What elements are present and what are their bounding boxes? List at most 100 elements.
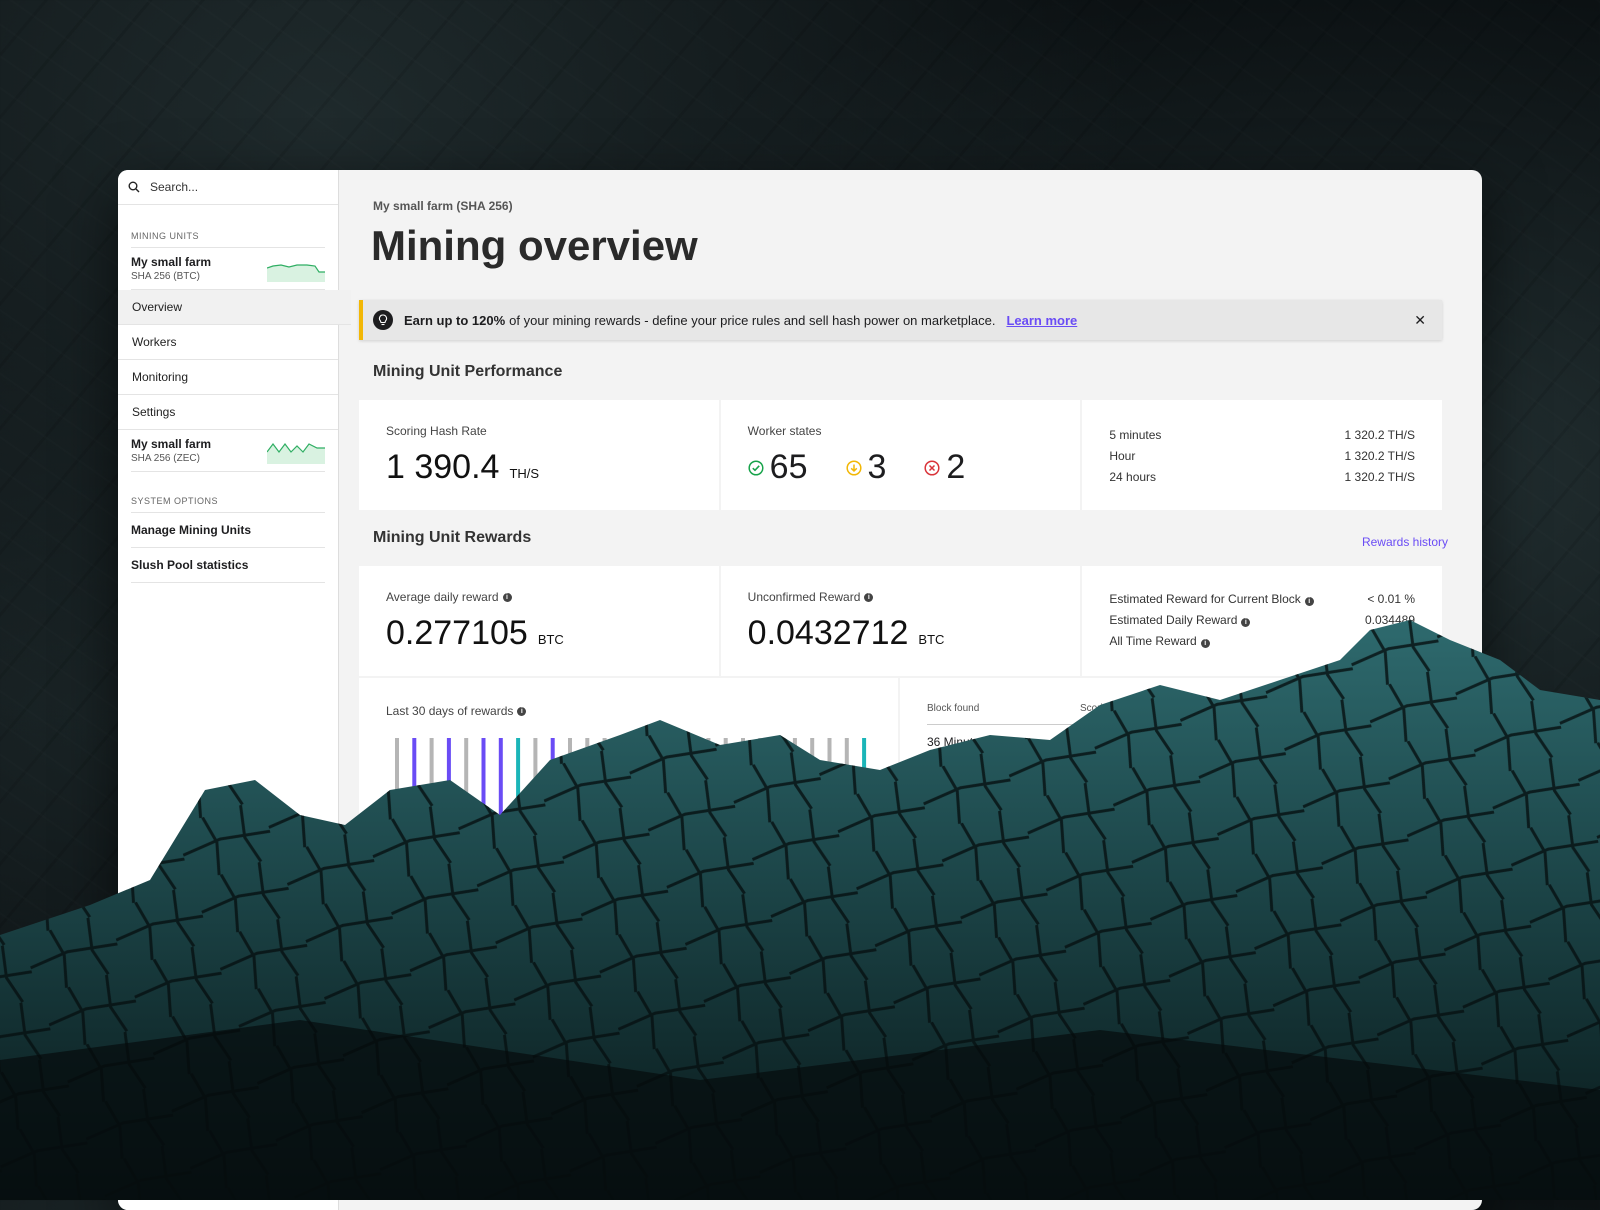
sidebar-item-manage-units[interactable]: Manage Mining Units bbox=[131, 513, 325, 548]
learn-more-link[interactable]: Learn more bbox=[1006, 313, 1077, 328]
info-icon[interactable]: i bbox=[1200, 639, 1210, 648]
chart-bar bbox=[775, 738, 780, 978]
hash-rate-label: Scoring Hash Rate bbox=[386, 424, 487, 438]
col-your-reward: Your Reward bbox=[1233, 703, 1291, 714]
main-content: My small farm (SHA 256) Mining overview … bbox=[338, 170, 1482, 1210]
chart-bar bbox=[550, 738, 555, 978]
chart-bar bbox=[844, 738, 849, 978]
performance-row: Scoring Hash Rate 1 390.4 TH/S Worker sta… bbox=[359, 400, 1443, 510]
chart-bar bbox=[827, 738, 832, 978]
worker-states-card: Worker states 65 3 2 bbox=[720, 400, 1081, 510]
chart-bar bbox=[741, 738, 745, 978]
banner-text: of your mining rewards - define your pri… bbox=[509, 312, 996, 328]
chart-bar bbox=[689, 738, 694, 978]
chart-bar bbox=[602, 738, 607, 978]
hash-rates-card: 5 minutes 1 320.2 TH/S Hour 1 320.2 TH/S 2… bbox=[1082, 400, 1443, 510]
unit-name: My small farm bbox=[131, 255, 212, 269]
breadcrumb: My small farm (SHA 256) bbox=[373, 199, 513, 213]
chart-bar bbox=[568, 738, 572, 978]
chart-bar bbox=[637, 738, 642, 978]
rate-label: Hour bbox=[1109, 449, 1136, 463]
rate-row: Hour 1 320.2 TH/S bbox=[1109, 449, 1415, 463]
chart-bar bbox=[585, 738, 590, 978]
unconfirmed-label: Unconfirmed Reward bbox=[747, 590, 861, 604]
chart-bar bbox=[671, 738, 676, 978]
rate-row: 5 minutes 1 320.2 TH/S bbox=[1109, 428, 1415, 442]
chart-bar bbox=[810, 738, 815, 978]
hash-rate-card: Scoring Hash Rate 1 390.4 TH/S bbox=[359, 400, 719, 510]
estimated-rewards-card: Estimated Reward for Current Block i < 0.0… bbox=[1082, 566, 1443, 676]
rewards-chart-card: Last 30 days of rewards i bbox=[359, 678, 898, 978]
estimate-label: Estimated Reward for Current Block bbox=[1109, 592, 1301, 606]
search-input[interactable]: Search... bbox=[118, 170, 338, 205]
performance-title: Mining Unit Performance bbox=[373, 363, 563, 380]
avg-reward-card: Average daily reward i 0.277105 BTC bbox=[359, 566, 719, 676]
avg-reward-label: Average daily reward bbox=[386, 590, 499, 604]
blocks-header: Block found Scoring Your Reward bbox=[927, 703, 1407, 725]
col-block-found: Block found bbox=[927, 703, 980, 714]
block-indicator bbox=[927, 757, 967, 759]
rate-row: 24 hours 1 320.2 TH/S bbox=[1109, 470, 1415, 484]
chart-bar bbox=[516, 738, 521, 978]
blocks-table: Block found Scoring Your Reward 36 Minut… bbox=[927, 703, 1407, 759]
rate-value: 1 320.2 TH/S bbox=[1344, 449, 1416, 463]
sidebar-unit-btc[interactable]: My small farm SHA 256 (BTC) bbox=[131, 248, 325, 290]
sidebar-item-overview[interactable]: Overview bbox=[118, 290, 351, 325]
sidebar-item-pool-stats[interactable]: Slush Pool statistics bbox=[131, 548, 325, 583]
unit-name: My small farm bbox=[131, 437, 212, 451]
workers-error-count: 2 bbox=[946, 448, 966, 486]
sidebar-item-workers[interactable]: Workers bbox=[118, 325, 338, 360]
rate-label: 24 hours bbox=[1109, 470, 1157, 484]
chart-bar bbox=[395, 738, 399, 978]
col-scoring: Scoring bbox=[1080, 703, 1114, 714]
sidebar-item-monitoring[interactable]: Monitoring bbox=[118, 360, 338, 395]
estimate-row: Estimated Daily Reward i 0.034489 bbox=[1109, 613, 1415, 627]
workers-warn[interactable]: 3 bbox=[845, 448, 886, 487]
chart-bar bbox=[464, 738, 469, 978]
info-icon[interactable]: i bbox=[502, 592, 512, 602]
workers-error[interactable]: 2 bbox=[924, 448, 965, 487]
estimate-label: All Time Reward bbox=[1109, 634, 1197, 648]
rewards-title: Mining Unit Rewards bbox=[373, 529, 532, 546]
x-circle-icon bbox=[924, 459, 940, 476]
rewards-bar-chart bbox=[395, 738, 867, 978]
chart-bar bbox=[481, 738, 486, 978]
chart-bar bbox=[723, 738, 728, 978]
chart-bar bbox=[792, 738, 797, 978]
system-options-heading: SYSTEM OPTIONS bbox=[131, 472, 325, 513]
sidebar-unit-zec[interactable]: My small farm SHA 256 (ZEC) bbox=[131, 430, 325, 472]
chart-bar bbox=[429, 738, 434, 978]
block-found-value: 36 Minutes bbox=[927, 735, 986, 749]
search-icon bbox=[128, 181, 140, 193]
hash-rate-unit: TH/S bbox=[509, 466, 540, 481]
search-placeholder: Search... bbox=[150, 180, 199, 194]
worker-states-label: Worker states bbox=[747, 424, 822, 438]
rate-value: 1 320.2 TH/S bbox=[1344, 470, 1416, 484]
chart-bar bbox=[533, 738, 538, 978]
avg-reward-unit: BTC bbox=[537, 632, 564, 647]
unconfirmed-value: 0.0432712 bbox=[747, 614, 909, 652]
chart-bar bbox=[498, 738, 503, 978]
info-icon[interactable]: i bbox=[864, 592, 874, 602]
unit-algo: SHA 256 (BTC) bbox=[131, 271, 200, 282]
unit-algo: SHA 256 (ZEC) bbox=[131, 453, 200, 464]
mining-units-heading: MINING UNITS bbox=[131, 205, 325, 248]
avg-reward-value: 0.277105 bbox=[386, 614, 528, 652]
rate-value: 1 320.2 TH/S bbox=[1344, 428, 1416, 442]
close-icon[interactable]: ✕ bbox=[1414, 312, 1426, 329]
rewards-row: Average daily reward i 0.277105 BTC Unconf… bbox=[359, 566, 1443, 676]
workers-ok-count: 65 bbox=[769, 448, 808, 486]
unit-sparkline bbox=[267, 263, 325, 282]
info-icon[interactable]: i bbox=[1304, 597, 1314, 606]
workers-ok[interactable]: 65 bbox=[748, 448, 808, 487]
info-icon[interactable]: i bbox=[1241, 618, 1251, 627]
unit-sparkline bbox=[267, 442, 325, 464]
check-circle-icon bbox=[748, 459, 764, 476]
app-window: Search... MINING UNITS My small farm SHA… bbox=[118, 170, 1482, 1210]
estimate-value: 0.034489 bbox=[1364, 613, 1416, 627]
chart-bar bbox=[706, 738, 711, 978]
estimate-label: Estimated Daily Reward bbox=[1109, 613, 1238, 627]
sidebar-item-settings[interactable]: Settings bbox=[118, 395, 338, 430]
banner-highlight: Earn up to 120% bbox=[404, 312, 506, 328]
rewards-history-link[interactable]: Rewards history bbox=[1362, 535, 1448, 549]
